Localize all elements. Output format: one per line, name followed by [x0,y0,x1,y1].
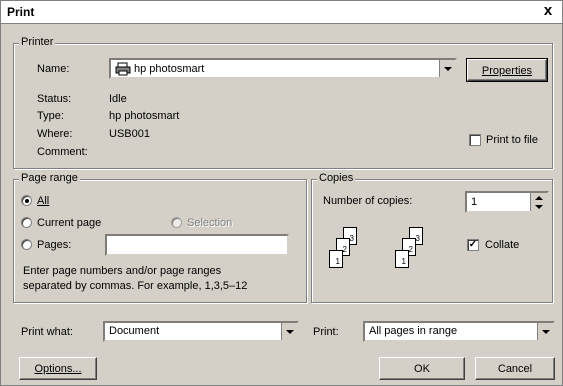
print-what-label: Print what: [21,326,73,338]
status-label: Status: [37,93,72,105]
printer-name-value: hp photosmart [134,63,205,75]
pages-input[interactable] [105,234,289,256]
comment-label: Comment: [37,146,88,158]
cancel-button[interactable]: Cancel [475,357,555,380]
page-range-hint: Enter page numbers and/or page ranges [23,265,222,277]
print-label: Print: [313,326,339,338]
page-range-selection-label: Selection [187,217,233,229]
page-range-pages-radio[interactable] [21,239,32,250]
options-button-label: Options... [34,363,82,375]
copies-value: 1 [471,196,478,208]
chevron-down-icon[interactable] [281,323,297,340]
status-value: Idle [109,93,127,105]
title-bar: Print x [1,1,562,24]
page-range-hint-2: separated by commas. For example, 1,3,5–… [23,280,248,292]
close-icon[interactable]: x [540,2,556,20]
where-label: Where: [37,128,73,140]
type-value: hp photosmart [109,110,180,122]
print-what-value: Document [109,325,160,337]
type-label: Type: [37,110,64,122]
print-value: All pages in range [369,325,458,337]
page-range-current-label[interactable]: Current page [37,217,101,229]
ok-button-label: OK [414,363,430,375]
page-range-current-radio[interactable] [21,217,32,228]
copies-stepper[interactable]: 1 [465,191,549,213]
print-to-file-label[interactable]: Print to file [486,134,538,146]
collate-illustration: 3 2 1 3 2 1 [325,223,455,285]
printer-icon [115,62,131,79]
where-value: USB001 [109,128,150,140]
collate-checkbox[interactable]: ✓ [467,239,479,251]
number-of-copies-label: Number of copies: [323,195,413,207]
print-to-file-checkbox[interactable] [469,134,481,146]
page-range-all-radio[interactable] [21,195,32,206]
options-button[interactable]: Options... [19,357,97,380]
properties-button-label: Properties [481,65,533,77]
page-range-pages-label[interactable]: Pages: [37,239,71,251]
page-range-group-label: Page range [19,172,80,184]
printer-group-label: Printer [19,36,56,48]
collate-page: 1 [329,250,343,268]
printer-name-select[interactable]: hp photosmart [109,58,457,79]
ok-button[interactable]: OK [379,357,465,380]
page-range-all-label[interactable]: All [37,195,49,207]
chevron-down-icon[interactable] [537,323,553,340]
dialog-title: Print [7,5,35,19]
cancel-button-label: Cancel [497,363,533,375]
print-what-select[interactable]: Document [103,321,299,342]
chevron-down-icon[interactable] [439,60,455,77]
print-dialog: Print x Printer Name: hp photosmart Prop… [0,0,563,386]
collate-label[interactable]: Collate [485,239,519,251]
copies-group-label: Copies [317,172,356,184]
page-range-selection-radio [171,217,182,228]
collate-page: 1 [395,250,409,268]
spinner-arrows-icon[interactable] [530,193,547,211]
properties-button[interactable]: Properties [466,58,548,82]
print-select[interactable]: All pages in range [363,321,555,342]
name-label: Name: [37,63,70,75]
